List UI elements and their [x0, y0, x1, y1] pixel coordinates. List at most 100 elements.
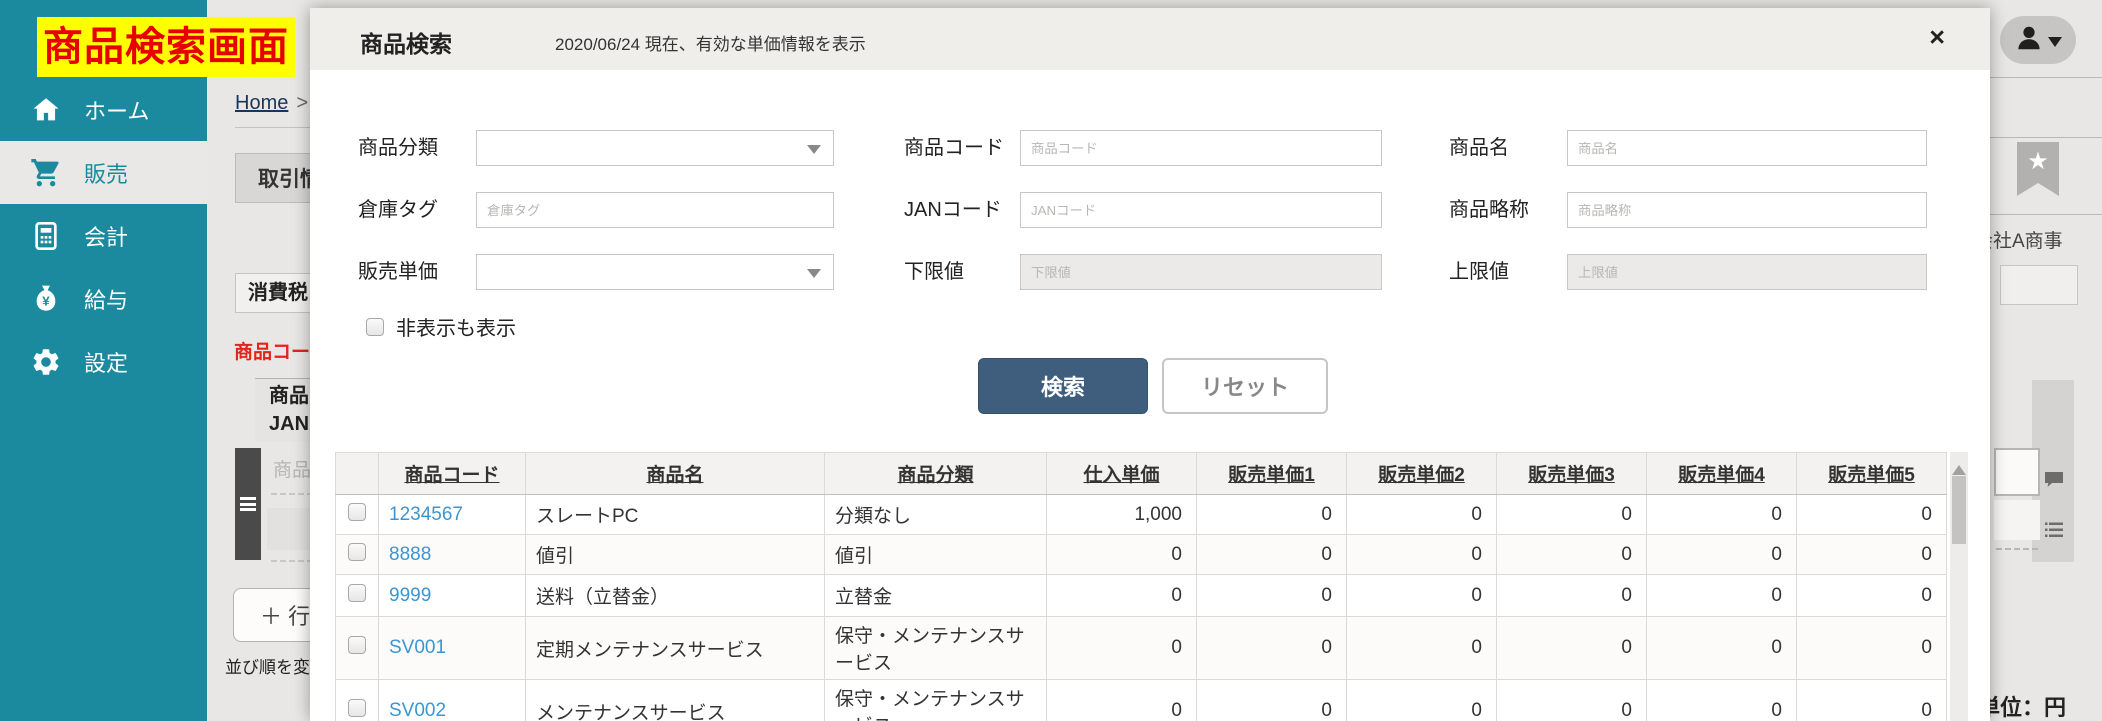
money-bag-icon: ¥: [30, 283, 62, 315]
sort-header-unit5[interactable]: 販売単価5: [1828, 465, 1915, 486]
select-column-header: [336, 453, 379, 495]
sort-header-unit2[interactable]: 販売単価2: [1378, 465, 1465, 486]
results-table: 商品コード 商品名 商品分類 仕入単価 販売単価1 販売単価2 販売単価3 販売…: [335, 452, 1947, 721]
search-button[interactable]: 検索: [978, 358, 1148, 414]
field-label: 下限値: [904, 254, 964, 290]
cell-unit4: 0: [1647, 495, 1797, 535]
sort-order-text: 並び順を変: [225, 653, 310, 678]
list-icon[interactable]: [2042, 518, 2066, 542]
product-code-required-label: 商品コード: [234, 337, 310, 364]
product-code-link[interactable]: 9999: [389, 585, 431, 606]
sort-header-unit3[interactable]: 販売単価3: [1528, 465, 1615, 486]
results-area: 商品コード 商品名 商品分類 仕入単価 販売単価1 販売単価2 販売単価3 販売…: [335, 452, 1969, 721]
cell-cost: 0: [1047, 680, 1197, 721]
cell-unit2: 0: [1347, 495, 1497, 535]
add-row-button[interactable]: ＋ 行: [233, 588, 310, 642]
breadcrumb-separator: >: [296, 92, 308, 114]
cell-unit4: 0: [1647, 617, 1797, 680]
dropdown-caret-icon: [807, 269, 821, 285]
upper-limit-input[interactable]: [1567, 254, 1927, 290]
sidebar-item-label: 販売: [84, 157, 128, 189]
row-checkbox[interactable]: [348, 503, 366, 521]
table-row: SV002 メンテナンスサービス 保守・メンテナンスサービス 0 0 0 0 0…: [336, 680, 1947, 721]
divider: [1990, 137, 2102, 138]
sidebar-item-label: 給与: [84, 283, 128, 315]
sidebar-item-settings[interactable]: 設定: [0, 330, 207, 393]
divider: [271, 493, 310, 495]
row-checkbox[interactable]: [348, 636, 366, 654]
background-panel: [1994, 448, 2040, 496]
favorite-bookmark-icon[interactable]: ★: [2017, 142, 2059, 196]
cell-cost: 0: [1047, 575, 1197, 617]
field-label: 商品略称: [1449, 192, 1529, 228]
svg-text:¥: ¥: [42, 293, 50, 308]
sidebar-item-home[interactable]: ホーム: [0, 78, 207, 141]
close-button[interactable]: ×: [1929, 22, 1945, 53]
background-grid-cell: [267, 508, 310, 550]
reset-button[interactable]: リセット: [1162, 358, 1328, 414]
warehouse-tag-input[interactable]: [476, 192, 834, 228]
caret-down-icon: [2048, 37, 2062, 54]
sidebar-item-payroll[interactable]: ¥ 給与: [0, 267, 207, 330]
sort-header-unit4[interactable]: 販売単価4: [1678, 465, 1765, 486]
cell-category: 保守・メンテナンスサービス: [825, 680, 1047, 721]
jan-code-input[interactable]: [1020, 192, 1382, 228]
dropdown-caret-icon: [807, 145, 821, 161]
cell-unit4: 0: [1647, 535, 1797, 575]
sort-header-code[interactable]: 商品コード: [404, 465, 499, 486]
row-checkbox[interactable]: [348, 543, 366, 561]
product-abbr-input[interactable]: [1567, 192, 1927, 228]
divider: [1990, 214, 2102, 215]
sort-header-unit1[interactable]: 販売単価1: [1228, 465, 1315, 486]
sidebar-item-label: 設定: [84, 346, 128, 378]
breadcrumb-home-link[interactable]: Home: [235, 92, 288, 114]
product-code-link[interactable]: SV002: [389, 700, 446, 721]
annotation-label: 商品検索画面: [37, 17, 295, 77]
product-code-link[interactable]: 8888: [389, 544, 431, 565]
form-group: 商品名: [1449, 130, 1929, 166]
scroll-up-icon[interactable]: [1952, 458, 1966, 475]
form-group: 商品コード: [904, 130, 1384, 166]
cell-unit5: 0: [1797, 575, 1947, 617]
product-code-input[interactable]: [1020, 130, 1382, 166]
field-label: 商品名: [1449, 130, 1509, 166]
user-icon: [2014, 23, 2044, 58]
cell-unit1: 0: [1197, 535, 1347, 575]
sort-header-name[interactable]: 商品名: [646, 465, 703, 486]
cell-unit5: 0: [1797, 495, 1947, 535]
comment-icon[interactable]: [2042, 468, 2066, 492]
product-code-link[interactable]: 1234567: [389, 504, 463, 525]
product-code-link[interactable]: SV001: [389, 637, 446, 658]
form-group: JANコード: [904, 192, 1384, 228]
cell-cost: 0: [1047, 617, 1197, 680]
field-label: 商品分類: [358, 130, 438, 166]
table-row: 8888 値引 値引 0 0 0 0 0 0: [336, 535, 1947, 575]
show-hidden-checkbox[interactable]: 非表示も表示: [366, 312, 516, 341]
sidebar-item-accounting[interactable]: 会計: [0, 204, 207, 267]
row-checkbox[interactable]: [348, 584, 366, 602]
modal-title: 商品検索: [360, 25, 452, 59]
cell-unit2: 0: [1347, 535, 1497, 575]
cell-category: 保守・メンテナンスサービス: [825, 617, 1047, 680]
cell-unit1: 0: [1197, 617, 1347, 680]
sort-header-category[interactable]: 商品分類: [897, 465, 973, 486]
transaction-tab-button[interactable]: 取引情: [235, 153, 310, 203]
user-menu-button[interactable]: [2000, 16, 2076, 64]
scrollbar-thumb[interactable]: [1952, 476, 1966, 544]
table-scrollbar[interactable]: [1950, 452, 1968, 721]
row-checkbox[interactable]: [348, 699, 366, 717]
product-name-input[interactable]: [1567, 130, 1927, 166]
star-icon: ★: [2027, 148, 2049, 175]
background-panel: [1994, 500, 2040, 540]
product-category-select[interactable]: [476, 130, 834, 166]
product-search-modal: 商品検索 2020/06/24 現在、有効な単価情報を表示 × 商品分類 商品コ…: [310, 8, 1990, 721]
sidebar-item-sales[interactable]: 販売: [0, 141, 207, 204]
lower-limit-input[interactable]: [1020, 254, 1382, 290]
row-drag-handle[interactable]: [235, 448, 261, 560]
cell-product-name: 定期メンテナンスサービス: [526, 617, 825, 680]
sort-header-cost[interactable]: 仕入単価: [1083, 465, 1159, 486]
sales-price-select[interactable]: [476, 254, 834, 290]
background-page-right: ★ 会社A商事 単位：円: [1990, 0, 2102, 721]
calculator-icon: [30, 220, 62, 252]
cell-unit2: 0: [1347, 680, 1497, 721]
